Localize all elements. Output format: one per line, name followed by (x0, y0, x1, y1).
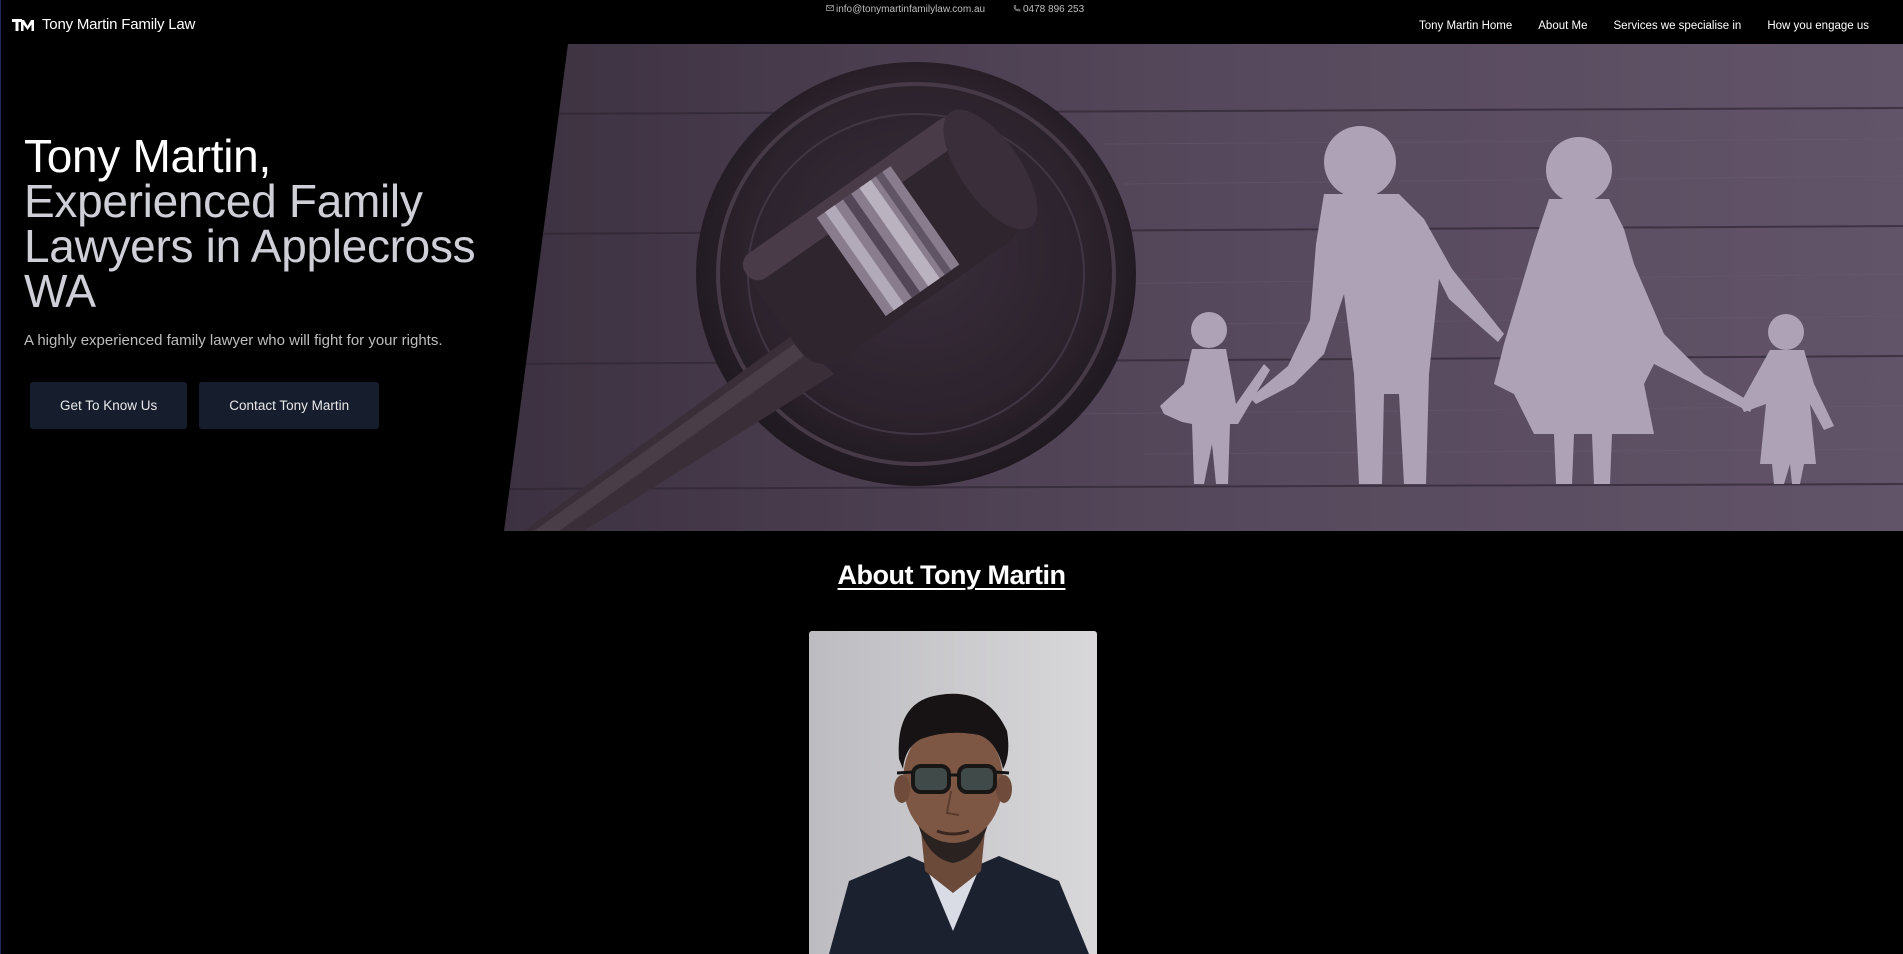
about-heading: About Tony Martin (0, 560, 1903, 591)
get-to-know-us-button[interactable]: Get To Know Us (30, 382, 188, 429)
about-heading-text: About Tony Martin (837, 560, 1066, 590)
hero-subtitle: A highly experienced family lawyer who w… (24, 332, 443, 349)
portrait-photo (809, 631, 1097, 954)
hero-image (504, 44, 1903, 531)
brand-home-link[interactable]: Tony Martin Family Law (12, 16, 195, 33)
nav-item-services[interactable]: Services we specialise in (1614, 20, 1742, 32)
site-header: Tony Martin Family Law Tony Martin Home … (0, 0, 1903, 44)
nav-item-home[interactable]: Tony Martin Home (1419, 20, 1512, 32)
brand-logo (12, 18, 34, 31)
hero-title-line2: Experienced Family Lawyers in Applecross… (24, 175, 476, 317)
hero-buttons: Get To Know Us Contact Tony Martin (30, 382, 380, 429)
hero-text: Tony Martin, Experienced Family Lawyers … (24, 130, 504, 349)
hero-title: Tony Martin, Experienced Family Lawyers … (24, 130, 504, 317)
brand-name: Tony Martin Family Law (42, 16, 196, 33)
nav-item-engage[interactable]: How you engage us (1767, 20, 1869, 32)
main-nav: Tony Martin Home About Me Services we sp… (1419, 20, 1869, 32)
hero-title-line1: Tony Martin, (24, 130, 271, 182)
contact-tony-martin-button[interactable]: Contact Tony Martin (199, 382, 380, 429)
nav-item-about[interactable]: About Me (1538, 20, 1587, 32)
